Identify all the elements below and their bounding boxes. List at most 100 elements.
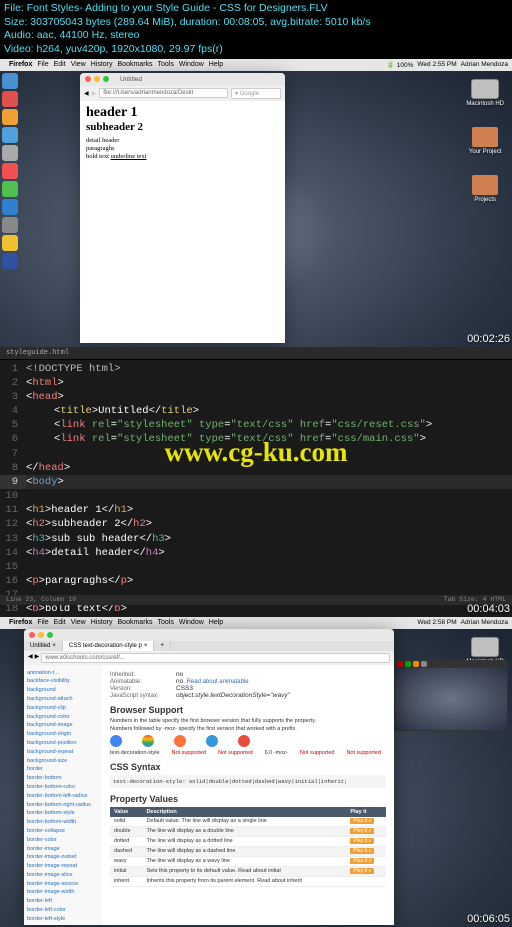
code-line[interactable]: 12<h2>subheader 2</h2> — [0, 517, 512, 531]
code-text[interactable]: <!DOCTYPE html> — [26, 362, 512, 376]
sidebar-link[interactable]: background-origin — [27, 730, 99, 739]
code-line[interactable]: 11<h1>header 1</h1> — [0, 503, 512, 517]
code-text[interactable]: <p>paragraghs</p> — [26, 574, 512, 588]
finder-icon[interactable] — [2, 73, 18, 89]
floating-video-player[interactable] — [394, 667, 508, 731]
close-tab-icon[interactable]: × — [144, 643, 148, 649]
dock-app-icon[interactable] — [2, 253, 18, 269]
menu-bookmarks[interactable]: Bookmarks — [118, 61, 153, 68]
minimize-button[interactable] — [94, 76, 100, 82]
code-line[interactable]: 4<title>Untitled</title> — [0, 404, 512, 418]
code-text[interactable]: <b>bold text</b> — [26, 602, 512, 616]
back-button[interactable]: ◀ — [84, 90, 89, 97]
maximize-button[interactable] — [47, 632, 53, 638]
dock-app-icon[interactable] — [2, 163, 18, 179]
close-button[interactable] — [29, 632, 35, 638]
close-tab-icon[interactable]: × — [52, 643, 56, 649]
sidebar-link[interactable]: animation-t... — [27, 669, 99, 678]
forward-button[interactable]: ▶ — [92, 90, 97, 97]
dock-app-icon[interactable] — [2, 109, 18, 125]
sidebar-link[interactable]: border-bottom-color — [27, 783, 99, 792]
sidebar-link[interactable]: border — [27, 765, 99, 774]
battery-icon[interactable]: 🔋 100% — [387, 61, 414, 69]
menu-view[interactable]: View — [71, 61, 86, 68]
play-it-button[interactable]: Play it » — [350, 818, 374, 824]
dock-app-icon[interactable] — [2, 91, 18, 107]
sidebar-link[interactable]: background-clip — [27, 704, 99, 713]
play-it-button[interactable]: Play it » — [350, 828, 374, 834]
sidebar-link[interactable]: background-size — [27, 757, 99, 766]
sidebar-link[interactable]: border-left-width — [27, 924, 99, 925]
close-button[interactable] — [85, 76, 91, 82]
hdd-desktop-item[interactable]: Macintosh HD — [466, 79, 504, 107]
menu-edit[interactable]: Edit — [54, 61, 66, 68]
code-line[interactable]: 16<p>paragraghs</p> — [0, 574, 512, 588]
code-text[interactable]: <h3>sub sub header</h3> — [26, 532, 512, 546]
dock-app-icon[interactable] — [2, 199, 18, 215]
sidebar-link[interactable]: background-color — [27, 713, 99, 722]
record-button[interactable] — [397, 661, 403, 667]
forward-button[interactable]: ▶ — [35, 653, 40, 663]
code-line[interactable]: 1<!DOCTYPE html> — [0, 362, 512, 376]
code-text[interactable] — [26, 560, 512, 574]
code-line[interactable]: 14<h4>detail header</h4> — [0, 546, 512, 560]
code-text[interactable]: <link rel="stylesheet" type="text/css" h… — [26, 418, 512, 432]
sidebar-link[interactable]: border-image-outset — [27, 853, 99, 862]
menu-help[interactable]: Help — [209, 61, 223, 68]
dock-app-icon[interactable] — [2, 127, 18, 143]
minimize-button[interactable] — [38, 632, 44, 638]
menubar-user[interactable]: Adrian Mendoza — [461, 61, 508, 68]
menubar-clock[interactable]: Wed 2:55 PM — [417, 61, 456, 68]
url-input[interactable]: www.w3schools.com/cssref/... — [41, 653, 390, 663]
menubar-app-name[interactable]: Firefox — [9, 61, 32, 68]
code-line[interactable]: 10 — [0, 489, 512, 503]
sidebar-link[interactable]: border-image-source — [27, 880, 99, 889]
code-text[interactable] — [26, 489, 512, 503]
play-it-button[interactable]: Play it » — [350, 868, 374, 874]
code-line[interactable]: 15 — [0, 560, 512, 574]
play-it-button[interactable]: Play it » — [350, 838, 374, 844]
editor-tab[interactable]: styleguide.html — [0, 347, 512, 360]
sidebar-link[interactable]: border-image-width — [27, 888, 99, 897]
dock-app-icon[interactable] — [2, 145, 18, 161]
folder-desktop-item[interactable]: Your Project — [469, 127, 501, 155]
menu-file[interactable]: File — [37, 61, 48, 68]
dock-app-icon[interactable] — [2, 181, 18, 197]
code-line[interactable]: 3<head> — [0, 390, 512, 404]
menu-view[interactable]: View — [71, 619, 86, 626]
play-button[interactable] — [405, 661, 411, 667]
code-line[interactable]: 2<html> — [0, 376, 512, 390]
sidebar-link[interactable]: border-bottom-style — [27, 809, 99, 818]
menu-tools[interactable]: Tools — [158, 619, 174, 626]
menu-help[interactable]: Help — [209, 619, 223, 626]
code-line[interactable]: 18<b>bold text</b> — [0, 602, 512, 616]
folder-desktop-item[interactable]: Projects — [472, 175, 498, 203]
sidebar-link[interactable]: border-collapse — [27, 827, 99, 836]
sidebar-link[interactable]: background-image — [27, 721, 99, 730]
menubar-user[interactable]: Adrian Mendoza — [461, 619, 508, 626]
search-input[interactable]: ▾ Google — [231, 88, 281, 99]
browser-tab[interactable]: Untitled × — [24, 641, 63, 651]
menu-edit[interactable]: Edit — [54, 619, 66, 626]
css-reference-sidebar[interactable]: animation-t...backface-visibilitybackgro… — [24, 665, 102, 925]
sidebar-link[interactable]: background-repeat — [27, 748, 99, 757]
menubar-app-name[interactable]: Firefox — [9, 619, 32, 626]
menu-file[interactable]: File — [37, 619, 48, 626]
code-line[interactable]: 13<h3>sub sub header</h3> — [0, 532, 512, 546]
code-text[interactable]: <h1>header 1</h1> — [26, 503, 512, 517]
code-line[interactable]: 9<body> — [0, 475, 512, 489]
maximize-button[interactable] — [103, 76, 109, 82]
menu-tools[interactable]: Tools — [158, 61, 174, 68]
new-tab-button[interactable]: + — [154, 641, 171, 651]
code-text[interactable]: <h4>detail header</h4> — [26, 546, 512, 560]
browser-tab[interactable]: Untitled — [120, 76, 142, 83]
code-line[interactable]: 5<link rel="stylesheet" type="text/css" … — [0, 418, 512, 432]
code-text[interactable]: <body> — [26, 475, 512, 489]
sidebar-link[interactable]: border-bottom — [27, 774, 99, 783]
play-it-button[interactable]: Play it » — [350, 858, 374, 864]
dock-app-icon[interactable] — [2, 235, 18, 251]
stop-button[interactable] — [421, 661, 427, 667]
url-input[interactable]: file:///Users/adrianmendoza/Deskt — [99, 88, 228, 98]
macos-dock[interactable] — [2, 73, 20, 269]
code-text[interactable]: <html> — [26, 376, 512, 390]
